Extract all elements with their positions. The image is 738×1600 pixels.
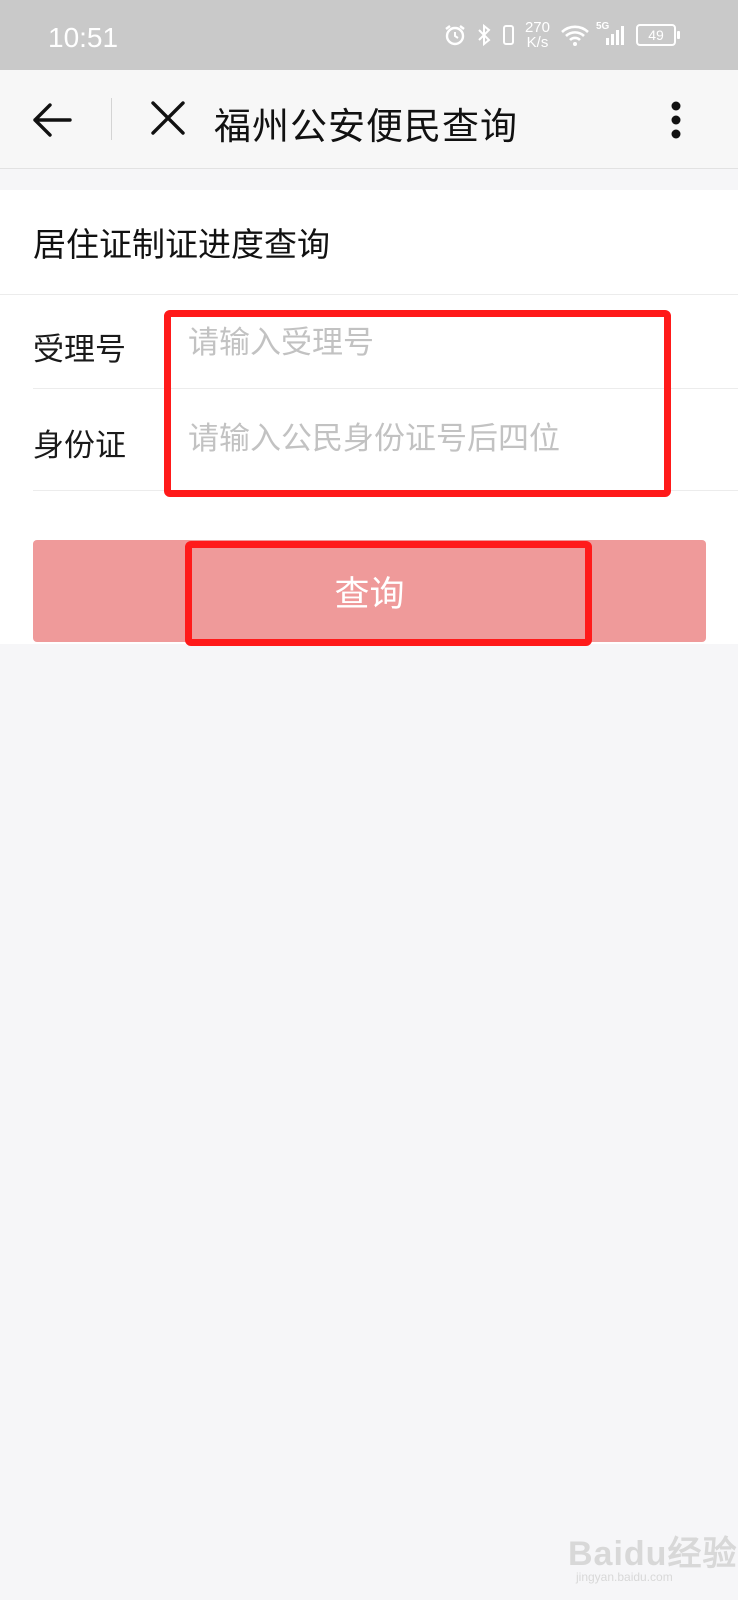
baidu-jingyan-watermark: Baidu经验 jingyan.baidu.com bbox=[568, 1526, 738, 1584]
nav-bar: 福州公安便民查询 bbox=[0, 70, 738, 169]
page-title: 福州公安便民查询 bbox=[214, 105, 518, 148]
form-row-id-card: 身份证 bbox=[0, 389, 738, 492]
network-speed: 270 K/s bbox=[525, 20, 550, 50]
more-icon[interactable] bbox=[668, 100, 684, 140]
query-form-card: 居住证制证进度查询 受理号 身份证 查询 bbox=[0, 190, 738, 644]
id-card-label: 身份证 bbox=[33, 428, 126, 464]
network-speed-unit: K/s bbox=[526, 34, 549, 51]
close-icon[interactable] bbox=[148, 98, 188, 138]
form-row-acceptance-number: 受理号 bbox=[0, 295, 738, 398]
nav-divider bbox=[111, 98, 112, 140]
bluetooth-icon bbox=[478, 23, 491, 47]
battery-icon: 49 bbox=[636, 24, 680, 46]
vibrate-icon bbox=[502, 25, 514, 45]
wifi-icon bbox=[561, 25, 589, 46]
divider bbox=[33, 490, 738, 491]
status-bar: 10:51 270 K/s 5G 49 bbox=[0, 0, 738, 70]
watermark-logo: Baidu经验 bbox=[568, 1535, 738, 1573]
signal-icon bbox=[606, 26, 624, 45]
status-time: 10:51 bbox=[48, 22, 119, 53]
status-icons: 270 K/s 5G 49 bbox=[443, 16, 680, 54]
network-speed-value: 270 bbox=[524, 19, 550, 36]
watermark-url: jingyan.baidu.com bbox=[576, 1570, 673, 1584]
id-card-last4-input[interactable] bbox=[188, 411, 688, 467]
alarm-icon bbox=[445, 25, 465, 46]
acceptance-number-input[interactable] bbox=[188, 315, 688, 371]
back-arrow-icon[interactable] bbox=[30, 98, 74, 142]
query-button[interactable]: 查询 bbox=[33, 540, 706, 642]
form-title: 居住证制证进度查询 bbox=[33, 225, 330, 264]
acceptance-number-label: 受理号 bbox=[33, 332, 126, 368]
